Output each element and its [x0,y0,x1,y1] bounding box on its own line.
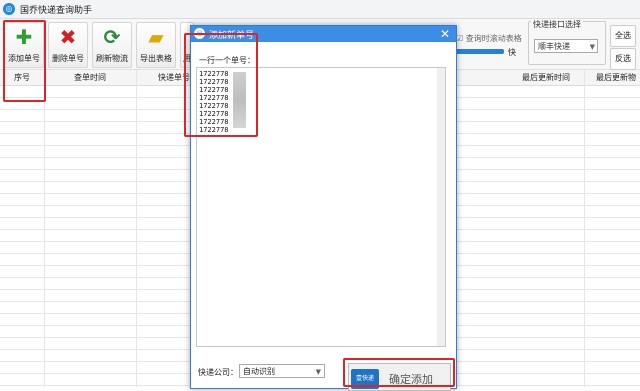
app-logo-icon: ◎ [3,3,15,15]
chevron-down-icon: ▼ [589,43,595,51]
courier-label: 快递公司： [198,368,238,377]
api-group-title: 快递接口选择 [531,19,583,30]
refresh-icon: ⟳ [103,25,121,49]
window-title: 国乔快递查询助手 [20,6,93,16]
speed-slider[interactable] [456,49,504,54]
column-header-last-update[interactable]: 最后更新时间 [522,72,570,83]
api-select[interactable]: 顺丰快递 ▼ [534,39,598,53]
delete-x-icon: ✖ [59,25,77,49]
export-table-button[interactable]: ▰ 导出表格 [136,22,176,68]
scroll-table-option[interactable]: ☑ 查询时滚动表格 [456,33,522,44]
vertical-scrollbar[interactable] [437,68,445,346]
column-header-last-logistics[interactable]: 最后更新物 [596,72,636,83]
highlight-confirm-button [343,358,455,387]
checkbox-icon: ☑ [456,34,464,43]
close-icon[interactable]: ✕ [440,26,450,42]
courier-select[interactable]: 自动识别 ▼ [239,364,325,378]
chevron-down-icon: ▼ [315,368,321,376]
folder-export-icon: ▰ [148,25,164,49]
window-titlebar: ◎ 国乔快递查询助手 [0,0,640,19]
column-header-query-time[interactable]: 查单时间 [74,72,106,83]
delete-number-button[interactable]: ✖ 删除单号 [48,22,88,68]
highlight-number-input [184,33,258,137]
speed-label: 快 [508,48,516,57]
invert-selection-button[interactable]: 反选 [610,48,636,70]
refresh-logistics-button[interactable]: ⟳ 刷新物流 [92,22,132,68]
select-all-button[interactable]: 全选 [610,25,636,47]
highlight-add-button [3,20,46,102]
